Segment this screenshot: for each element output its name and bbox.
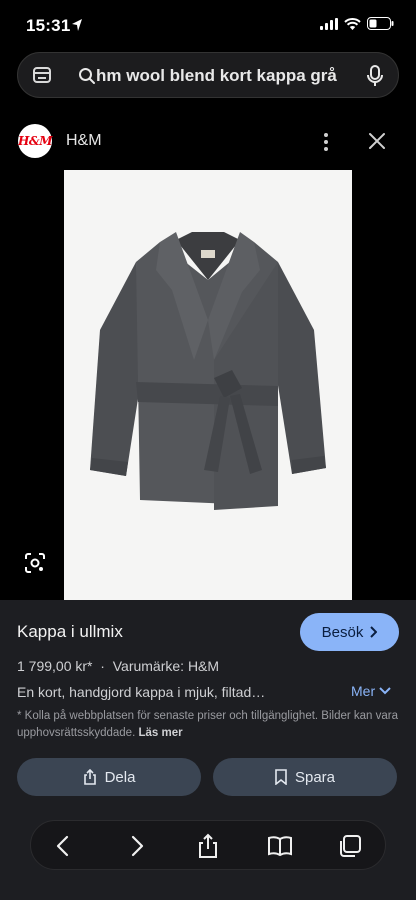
save-button[interactable]: Spara (213, 758, 397, 796)
status-indicators (320, 17, 394, 30)
browser-toolbar (30, 820, 386, 870)
google-lens-icon[interactable] (30, 63, 54, 87)
bookmark-icon (275, 769, 287, 785)
back-icon[interactable] (51, 833, 77, 859)
book-icon[interactable] (267, 833, 293, 859)
mic-icon[interactable] (364, 64, 386, 88)
location-arrow-icon (72, 19, 82, 31)
product-price: 1 799,00 kr* (17, 658, 93, 674)
save-label: Spara (294, 768, 336, 786)
disclaimer: * Kolla på webbplatsen för senaste prise… (17, 708, 399, 742)
share-label: Dela (104, 768, 136, 786)
status-bar: 15:31 (0, 0, 416, 52)
wifi-icon (344, 17, 361, 30)
forward-icon[interactable] (123, 833, 149, 859)
coat-illustration (90, 232, 326, 510)
visit-button[interactable]: Besök (300, 613, 399, 651)
disclaimer-text: * Kolla på webbplatsen för senaste prise… (17, 710, 398, 739)
source-name[interactable]: H&M (66, 132, 102, 150)
share-icon (83, 768, 96, 785)
more-button[interactable]: Mer (351, 683, 391, 699)
status-time: 15:31 (26, 16, 71, 35)
source-header: H&M H&M (0, 118, 416, 166)
tabs-icon[interactable] (337, 833, 363, 859)
visual-search-icon[interactable] (24, 552, 46, 574)
product-image[interactable] (64, 170, 352, 600)
close-icon[interactable] (366, 130, 388, 152)
image-viewer[interactable] (0, 168, 416, 600)
search-input[interactable]: hm wool blend kort kappa grå (96, 66, 337, 86)
product-title: Kappa i ullmix (17, 622, 123, 641)
source-logo-text: H&M (18, 134, 52, 148)
chevron-right-icon (370, 626, 378, 638)
share-sheet-icon[interactable] (195, 833, 221, 859)
product-description: En kort, handgjord kappa i mjuk, filtad… (17, 684, 266, 700)
signal-icon (320, 17, 338, 30)
product-brand: Varumärke: H&M (112, 658, 220, 674)
visit-button-label: Besök (321, 623, 364, 641)
learn-more-link[interactable]: Läs mer (138, 727, 182, 739)
kebab-icon[interactable] (316, 130, 336, 154)
meta-separator: · (100, 658, 105, 674)
source-logo: H&M (18, 124, 52, 158)
battery-icon (367, 17, 394, 30)
product-meta: 1 799,00 kr* · Varumärke: H&M (17, 658, 219, 674)
more-label: Mer (351, 683, 376, 699)
share-button[interactable]: Dela (17, 758, 201, 796)
search-bar[interactable]: hm wool blend kort kappa grå (17, 52, 399, 98)
search-icon (79, 68, 95, 84)
chevron-down-icon (379, 687, 391, 695)
